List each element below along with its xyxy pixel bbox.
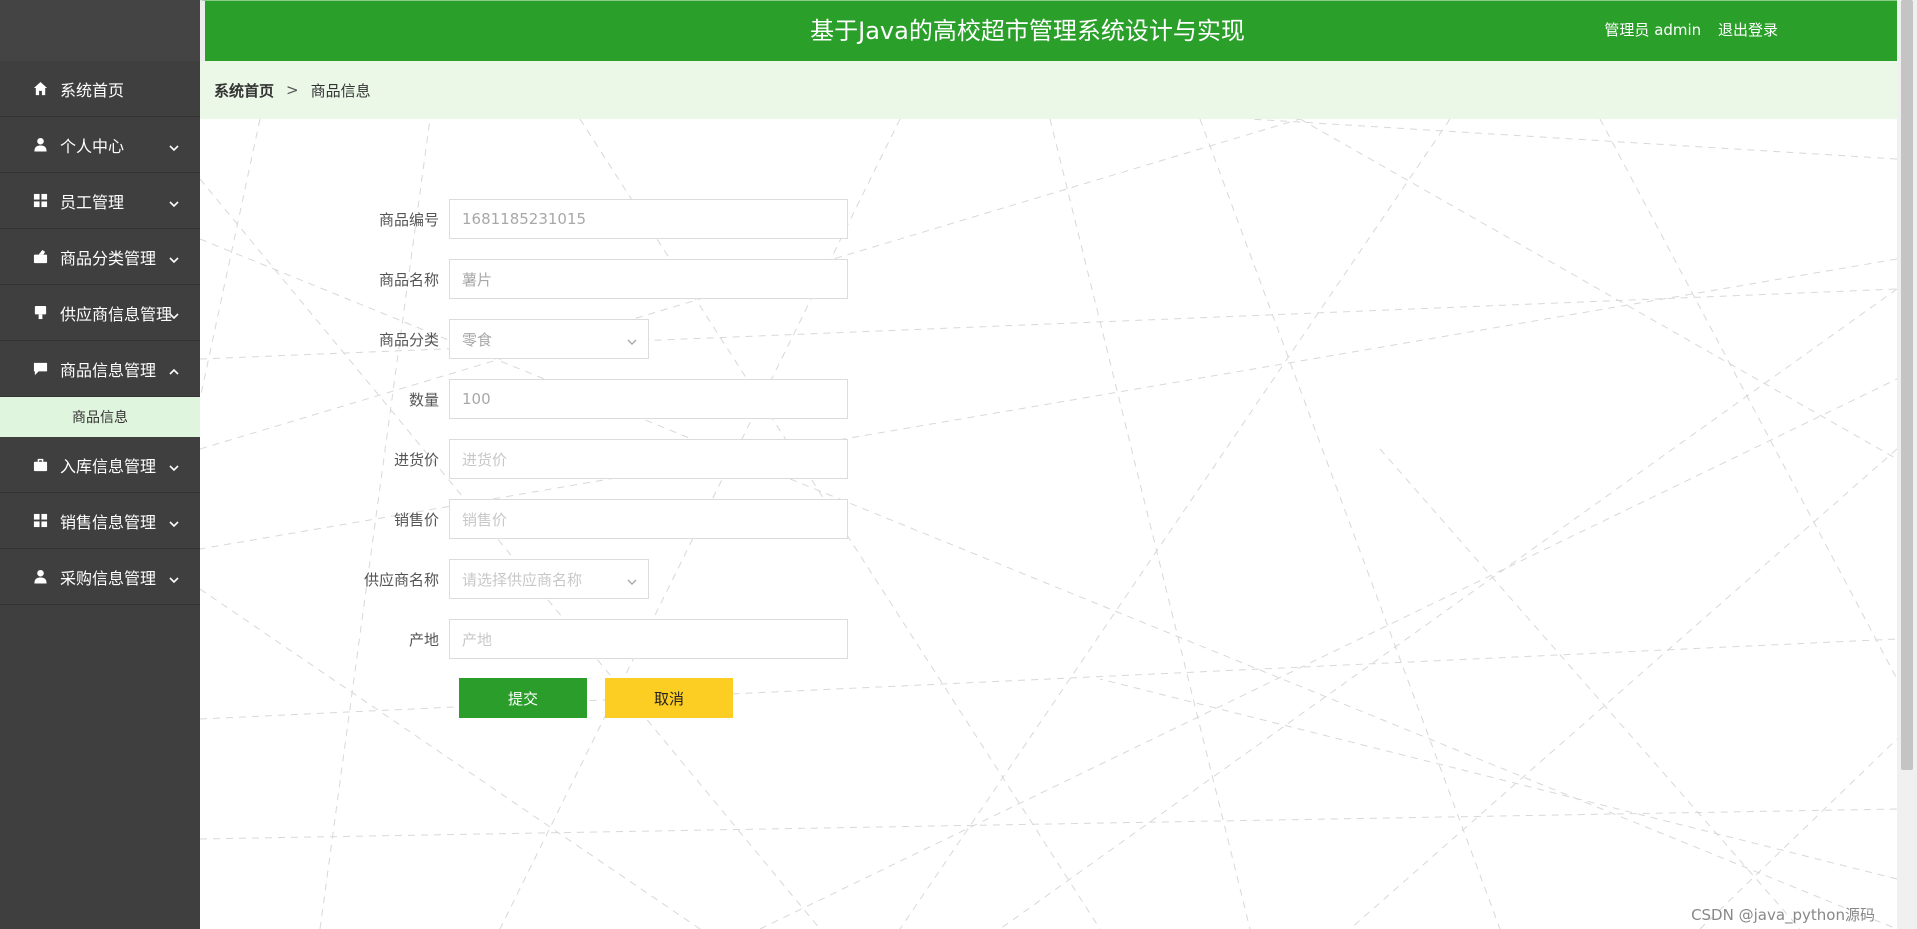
home-icon [32,81,48,97]
submit-button[interactable]: 提交 [459,678,587,718]
sidebar-item-inbound-management[interactable]: 入库信息管理 [0,437,200,493]
supplier-name-label: 供应商名称 [363,570,439,589]
product-category-select[interactable]: 零食 [449,319,649,359]
origin-placeholder: 产地 [462,630,493,649]
form-row-supplier-name: 供应商名称 请选择供应商名称 [200,559,649,599]
form-row-product-name: 商品名称 薯片 [200,259,848,299]
sale-price-label: 销售价 [393,510,439,529]
origin-input[interactable]: 产地 [449,619,848,659]
form-row-product-category: 商品分类 零食 [200,319,649,359]
main-content: 商品编号 1681185231015 商品名称 薯片 商品分类 零食 数量 10… [200,119,1897,929]
chevron-up-icon [168,363,180,375]
form-row-sale-price: 销售价 销售价 [200,499,848,539]
user-icon [32,569,48,585]
chevron-down-icon [168,139,180,151]
chevron-down-icon [626,574,638,586]
breadcrumb-current: 商品信息 [310,81,371,100]
grid-icon [32,193,48,209]
supplier-name-placeholder: 请选择供应商名称 [462,570,583,589]
sidebar-header [0,0,200,61]
sidebar-item-label: 个人中心 [60,136,125,156]
sale-price-placeholder: 销售价 [462,510,508,529]
sidebar-item-product-management[interactable]: 商品信息管理 [0,341,200,397]
watermark: CSDN @java_python源码 [1691,906,1875,924]
product-category-label: 商品分类 [378,330,439,349]
sidebar-subitem-label: 商品信息 [72,410,128,426]
chevron-down-icon [168,459,180,471]
sidebar-item-label: 商品信息管理 [60,360,157,380]
quantity-field[interactable]: 100 [449,379,848,419]
sidebar-item-label: 商品分类管理 [60,248,157,268]
chevron-down-icon [168,307,180,319]
breadcrumb-separator: > [286,81,299,99]
grid-icon [32,513,48,529]
purchase-price-placeholder: 进货价 [462,450,508,469]
sidebar-item-home[interactable]: 系统首页 [0,61,200,117]
breadcrumb: 系统首页 > 商品信息 [200,61,1897,119]
breadcrumb-home[interactable]: 系统首页 [214,80,274,101]
form-row-quantity: 数量 100 [200,379,848,419]
header-user-area: 管理员 admin 退出登录 [1592,1,1778,59]
sidebar-item-label: 供应商信息管理 [60,304,173,324]
sidebar-item-label: 采购信息管理 [60,568,157,588]
logout-link[interactable]: 退出登录 [1718,21,1778,39]
product-code-field[interactable]: 1681185231015 [449,199,848,239]
purchase-price-label: 进货价 [393,450,439,469]
sidebar-subitem-product-info[interactable]: 商品信息 [0,397,200,437]
briefcase-icon [32,457,48,473]
sidebar: 系统首页 个人中心 员工管理 商品分类管理 供应商信息管理 商品信息管理 商品信… [0,0,200,929]
sidebar-item-purchase-management[interactable]: 采购信息管理 [0,549,200,605]
product-name-label: 商品名称 [378,270,439,289]
chevron-down-icon [168,571,180,583]
chevron-down-icon [168,251,180,263]
category-icon [32,249,48,265]
sidebar-item-label: 销售信息管理 [60,512,157,532]
sidebar-item-employee-management[interactable]: 员工管理 [0,173,200,229]
supplier-name-select[interactable]: 请选择供应商名称 [449,559,649,599]
product-code-label: 商品编号 [378,210,439,229]
user-icon [32,137,48,153]
quantity-label: 数量 [408,390,439,409]
chevron-down-icon [626,334,638,346]
sidebar-item-label: 入库信息管理 [60,456,157,476]
scrollbar-thumb[interactable] [1901,0,1913,770]
form-row-purchase-price: 进货价 进货价 [200,439,848,479]
chat-icon [32,361,48,377]
sidebar-item-personal-center[interactable]: 个人中心 [0,117,200,173]
origin-label: 产地 [408,630,439,649]
sidebar-item-sales-management[interactable]: 销售信息管理 [0,493,200,549]
product-name-field[interactable]: 薯片 [449,259,848,299]
sidebar-item-label: 系统首页 [60,80,125,100]
chevron-down-icon [168,195,180,207]
product-form: 商品编号 1681185231015 商品名称 薯片 商品分类 零食 数量 10… [200,119,1897,929]
product-category-value: 零食 [462,330,493,349]
cancel-button[interactable]: 取消 [605,678,733,718]
supplier-icon [32,305,48,321]
form-row-product-code: 商品编号 1681185231015 [200,199,848,239]
user-label: 管理员 admin [1604,21,1702,39]
chevron-down-icon [168,515,180,527]
purchase-price-input[interactable]: 进货价 [449,439,848,479]
sidebar-item-category-management[interactable]: 商品分类管理 [0,229,200,285]
top-header: 基于Java的高校超市管理系统设计与实现 管理员 admin 退出登录 [200,0,1900,61]
sidebar-item-supplier-management[interactable]: 供应商信息管理 [0,285,200,341]
sidebar-item-label: 员工管理 [60,192,125,212]
sale-price-input[interactable]: 销售价 [449,499,848,539]
page-scrollbar[interactable] [1897,0,1917,929]
form-row-origin: 产地 产地 [200,619,848,659]
